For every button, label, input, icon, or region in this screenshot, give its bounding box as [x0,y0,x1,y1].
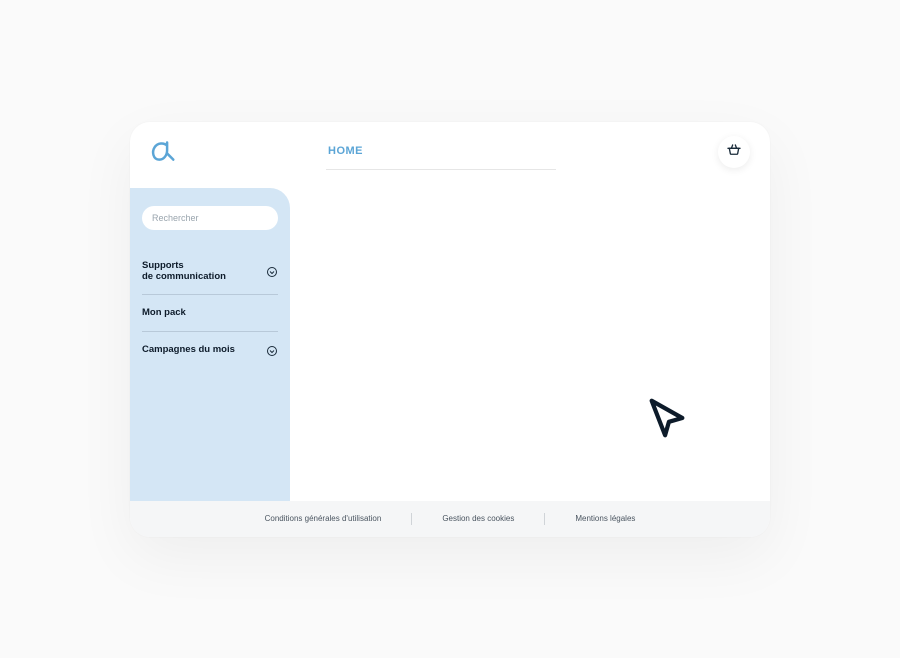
footer-link-terms[interactable]: Conditions générales d'utilisation [265,514,382,523]
footer-link-cookies[interactable]: Gestion des cookies [442,514,514,523]
sidebar-item-monpack[interactable]: Mon pack [142,295,278,331]
sidebar: OK Supports de communication Mon pack [130,188,290,501]
sidebar-item-supports[interactable]: Supports de communication [142,248,278,296]
brand-logo-icon [150,141,178,163]
tab-home[interactable]: HOME [328,145,363,163]
footer-separator [411,513,412,525]
sidebar-item-label: Supports de communication [142,260,226,283]
chevron-down-icon [266,344,278,356]
search-field[interactable]: OK [142,206,278,230]
header: HOME [130,122,770,178]
app-window: HOME OK Supports [130,122,770,537]
sidebar-item-campagnes[interactable]: Campagnes du mois [142,332,278,368]
main-content [290,178,770,501]
sidebar-item-label: Mon pack [142,307,186,318]
basket-icon [726,141,742,162]
cursor-icon [644,395,690,446]
tabs-bar: HOME [328,141,718,163]
footer: Conditions générales d'utilisation Gesti… [130,501,770,537]
cart-button[interactable] [718,136,750,168]
body: OK Supports de communication Mon pack [130,178,770,501]
footer-link-legal[interactable]: Mentions légales [575,514,635,523]
chevron-down-icon [266,265,278,277]
search-input[interactable] [142,213,278,223]
tab-underline [326,169,556,170]
footer-separator [544,513,545,525]
sidebar-item-label: Campagnes du mois [142,344,235,355]
